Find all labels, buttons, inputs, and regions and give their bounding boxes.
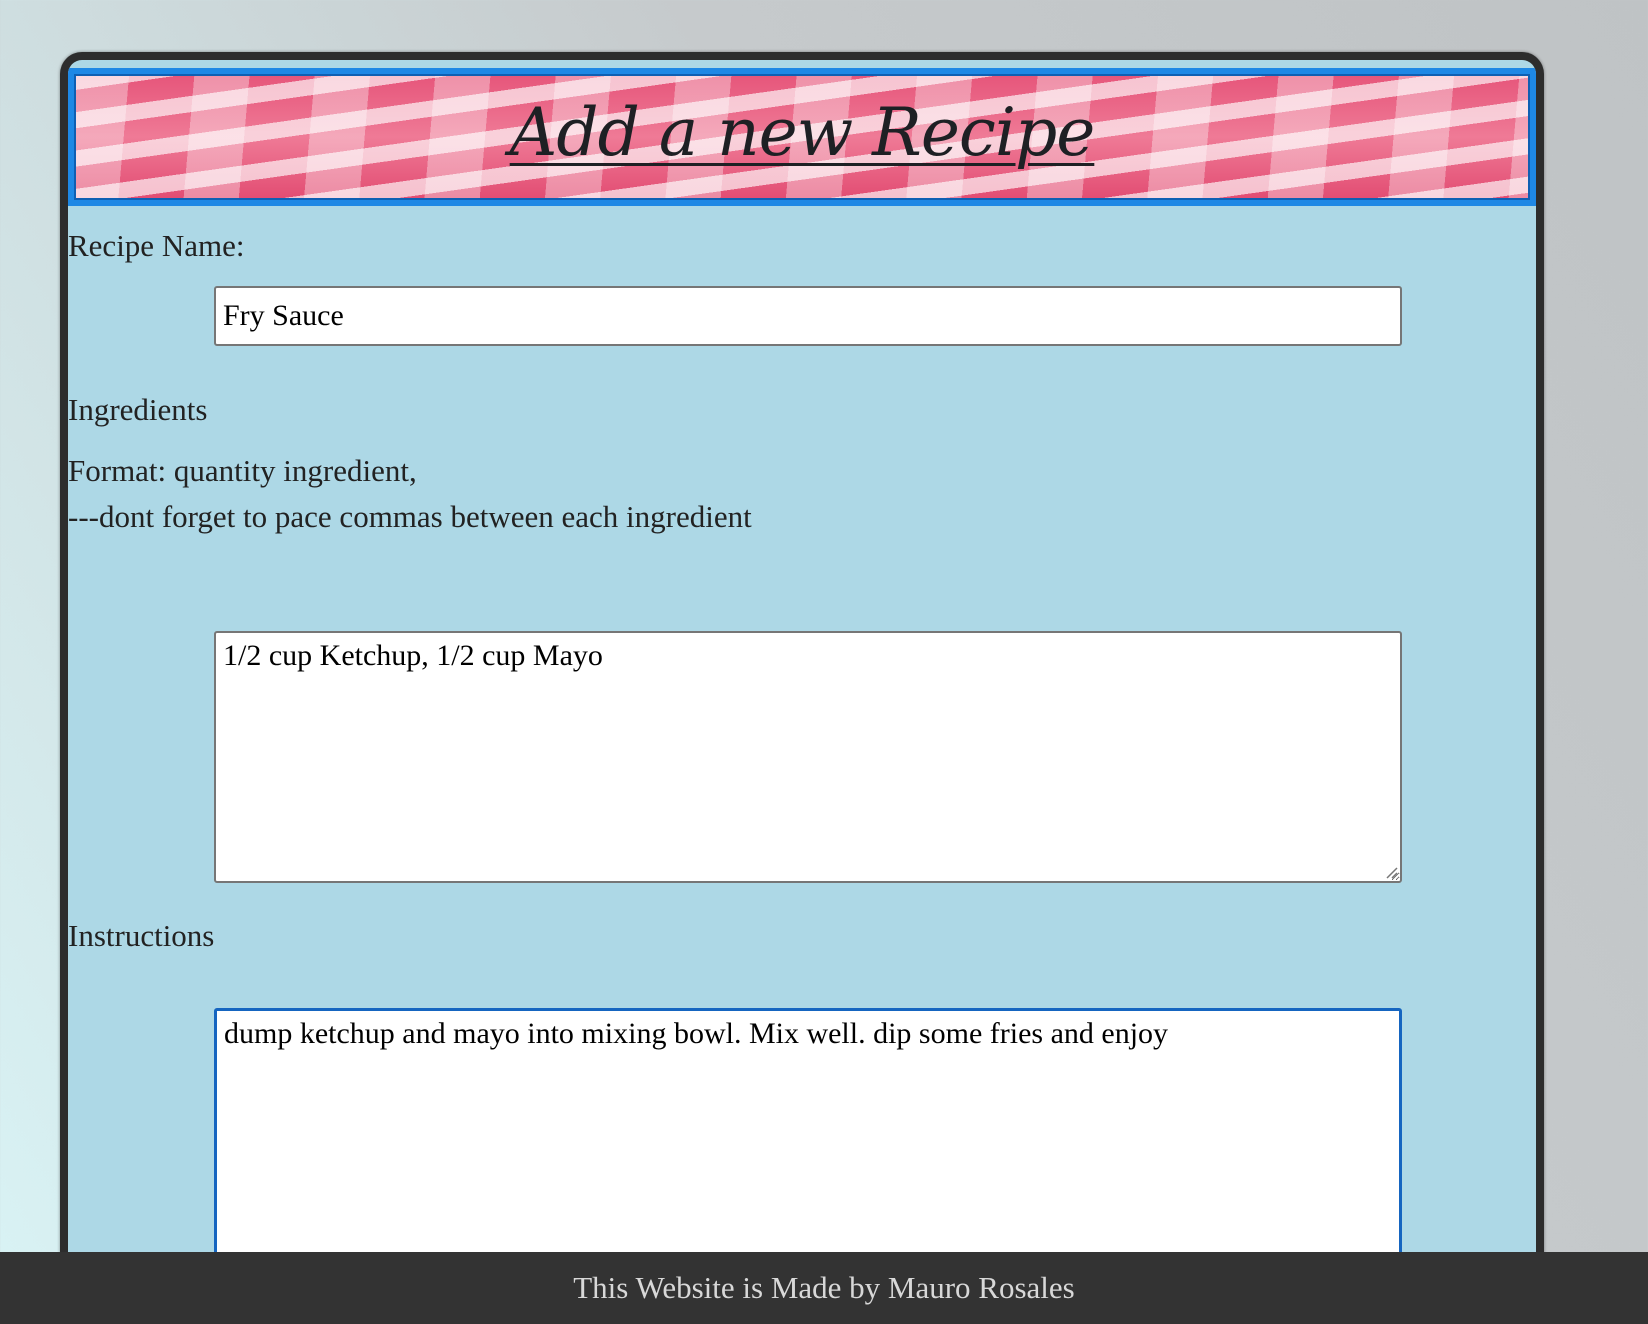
footer-credit: This Website is Made by Mauro Rosales [573, 1270, 1075, 1305]
site-footer: This Website is Made by Mauro Rosales [0, 1252, 1648, 1324]
instructions-label: Instructions [68, 918, 215, 953]
recipe-name-input[interactable] [214, 286, 1402, 346]
page-title: Add a new Recipe [509, 94, 1096, 171]
ingredients-comma-hint: ---dont forget to pace commas between ea… [68, 499, 752, 534]
header-banner: Add a new Recipe [68, 68, 1536, 206]
recipe-name-label: Recipe Name: [68, 228, 245, 263]
ingredients-label: Ingredients [68, 392, 208, 427]
ingredients-textarea[interactable]: 1/2 cup Ketchup, 1/2 cup Mayo [214, 631, 1402, 883]
ingredients-format-hint: Format: quantity ingredient, [68, 453, 417, 488]
recipe-form-card: Add a new Recipe Recipe Name: Ingredient… [60, 52, 1544, 1324]
